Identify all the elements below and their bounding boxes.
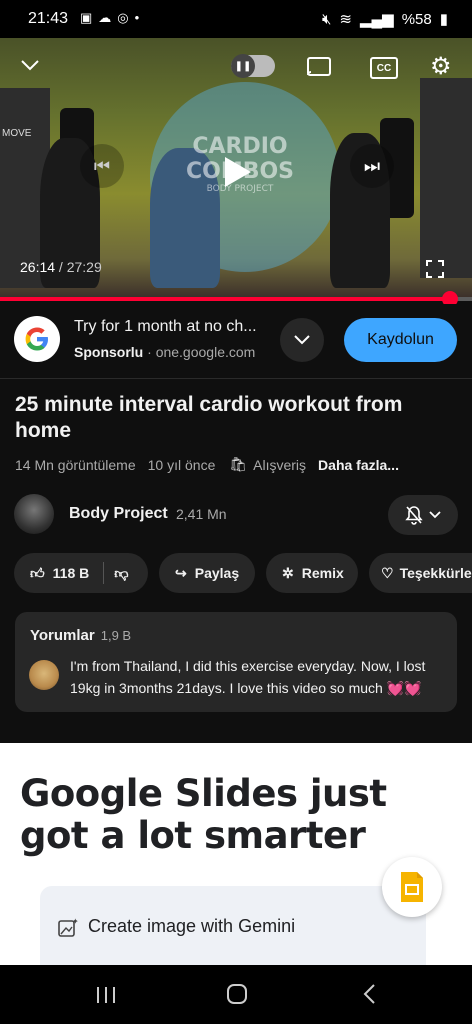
previous-icon[interactable]: ⏮ (80, 144, 124, 188)
chevron-down-icon (429, 511, 441, 519)
thanks-chip[interactable]: ♡ Teşekkürle (369, 553, 472, 593)
cloud-icon: ☁ (98, 10, 112, 25)
cc-label: CC (376, 62, 392, 74)
view-count: 14 Mn görüntüleme (15, 456, 136, 473)
pause-icon: ❚❚ (231, 54, 255, 78)
status-bar: 21:43 ▣ ☁ ◎ • 🔇︎ ≋ ▂▄▆ %58 ▮ (0, 0, 472, 38)
captions-button[interactable]: CC (370, 57, 398, 79)
time-display: 26:14 / 27:29 (20, 259, 102, 275)
channel-name[interactable]: Body Project (69, 505, 168, 523)
slides-logo (401, 872, 423, 902)
play-icon (225, 157, 251, 187)
banner-headline: Google Slides just got a lot smarter (20, 772, 387, 857)
image-sparkle-icon: ✦ (58, 917, 78, 937)
like-count: 118 B (52, 565, 90, 581)
comments-count: 1,9 B (100, 628, 132, 643)
more-link[interactable]: Daha fazla... (318, 457, 399, 473)
ad-cta-button[interactable]: Kaydolun (344, 318, 457, 362)
thanks-heart-icon: ♡ (381, 564, 394, 581)
ad-subline: Sponsorlu · one.google.com (74, 344, 255, 360)
fullscreen-icon[interactable] (426, 260, 444, 278)
like-dislike-chip[interactable]: 👍︎ 118 B 👎︎ (14, 553, 148, 593)
remix-label: Remix (301, 565, 344, 581)
google-g-icon (25, 327, 48, 351)
svg-text:✦: ✦ (72, 917, 78, 926)
collapse-chevron-icon[interactable] (20, 58, 40, 72)
cast-icon[interactable] (306, 56, 332, 78)
side-banner-right (420, 78, 472, 278)
time-total: 27:29 (66, 259, 102, 275)
time-current: 26:14 (20, 259, 56, 275)
chip-divider (103, 562, 105, 584)
signal-icon: ▂▄▆ (360, 11, 394, 28)
bell-off-icon (405, 506, 423, 525)
banner-card-text: Create image with Gemini (88, 916, 296, 936)
gallery-icon: ▣ (80, 10, 93, 25)
autoplay-toggle[interactable]: ❚❚ (231, 54, 275, 78)
mute-icon: 🔇︎ (321, 10, 332, 28)
comments-title: Yorumlar (30, 627, 95, 644)
channel-avatar[interactable] (14, 494, 54, 534)
dot-icon: • (134, 10, 140, 25)
settings-gear-icon[interactable]: ⚙ (430, 52, 452, 81)
wifi-icon: ≋ (339, 11, 352, 28)
ad-banner[interactable]: Google Slides just got a lot smarter ✦ C… (0, 743, 472, 965)
whatsapp-icon: ◎ (117, 10, 129, 25)
commenter-avatar (29, 660, 59, 690)
sponsored-label: Sponsorlu (74, 344, 144, 360)
ad-url: one.google.com (155, 344, 256, 360)
ad-expand-button[interactable] (280, 318, 324, 362)
system-icons: 🔇︎ ≋ ▂▄▆ %58 ▮ (321, 10, 448, 29)
share-chip[interactable]: ↪ Paylaş (159, 553, 255, 593)
battery-icon: ▮ (439, 11, 448, 28)
comments-panel[interactable]: Yorumlar 1,9 B I'm from Thailand, I did t… (15, 612, 457, 712)
next-icon[interactable]: ⏭ (350, 144, 394, 188)
system-nav-bar (0, 965, 472, 1024)
side-banner-label: MOVE (2, 128, 32, 139)
share-label: Paylaş (194, 565, 240, 581)
remix-icon: ✲ (282, 564, 294, 581)
video-meta[interactable]: 14 Mn görüntüleme 10 yıl önce 🛍︎ Alışver… (15, 456, 399, 473)
banner-card: ✦ Create image with Gemini (40, 886, 426, 965)
back-icon[interactable] (362, 983, 376, 1005)
shopping-label: Alışveriş (253, 456, 307, 473)
status-time: 21:43 (28, 10, 69, 27)
google-slides-icon (382, 857, 442, 917)
sponsored-ad-row[interactable]: Try for 1 month at no ch... Sponsorlu · … (0, 304, 472, 379)
shopping-bag-icon: 🛍︎ (229, 456, 248, 472)
thanks-label: Teşekkürle (399, 565, 472, 581)
separator-dot: · (147, 344, 152, 360)
notification-bell-button[interactable] (388, 495, 458, 535)
ad-title[interactable]: Try for 1 month at no ch... (74, 318, 257, 336)
play-button[interactable] (208, 142, 268, 202)
upload-age: 10 yıl önce (147, 456, 216, 473)
battery-text: %58 (401, 10, 432, 28)
remix-chip[interactable]: ✲ Remix (266, 553, 358, 593)
notification-icons: ▣ ☁ ◎ • (80, 10, 139, 26)
comments-header: Yorumlar 1,9 B (30, 627, 131, 644)
subscriber-count: 2,41 Mn (176, 506, 227, 522)
recents-icon[interactable] (95, 985, 117, 1005)
time-separator: / (55, 259, 67, 275)
home-icon[interactable] (226, 983, 248, 1005)
video-title[interactable]: 25 minute interval cardio workout from h… (15, 392, 435, 444)
top-comment-text: I'm from Thailand, I did this exercise e… (70, 658, 426, 696)
video-player[interactable]: MOVE CARDIO COMBOS BODY PROJECT ❚❚ CC ⚙ … (0, 38, 472, 298)
progress-fill (0, 297, 451, 301)
chevron-down-icon (294, 335, 310, 345)
share-icon: ↪ (175, 564, 187, 581)
like-icon[interactable]: 👍︎ (30, 565, 45, 582)
google-logo (14, 316, 60, 362)
dislike-icon[interactable]: 👎︎ (114, 565, 128, 582)
